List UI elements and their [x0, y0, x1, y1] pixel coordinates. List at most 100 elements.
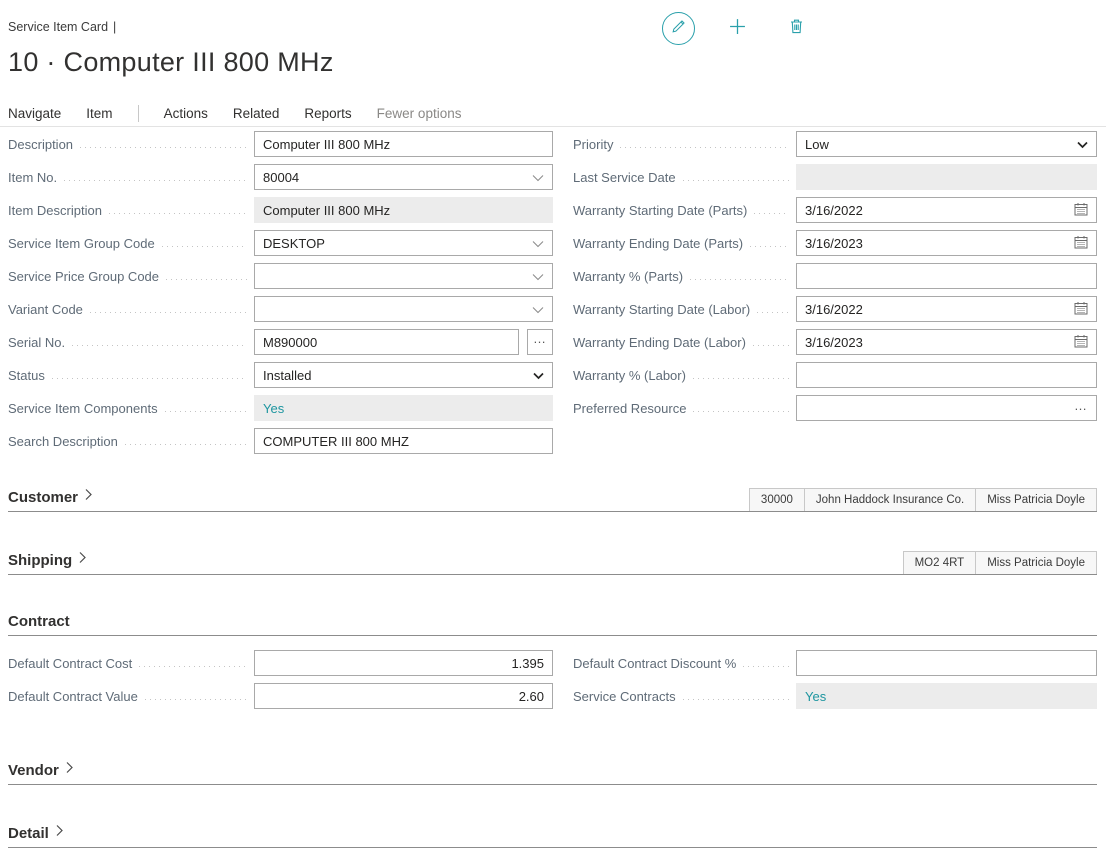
delete-button[interactable] — [780, 12, 813, 45]
field-warranty-ending-date-labor: Warranty Ending Date (Labor) 3/16/2023 — [573, 329, 1106, 355]
dotted-leader — [683, 180, 789, 181]
menu-divider — [138, 105, 139, 122]
dotted-leader — [166, 279, 247, 280]
breadcrumb: Service Item Card | — [8, 20, 116, 34]
edit-button[interactable] — [662, 12, 695, 45]
last-service-date-readonly — [796, 164, 1097, 190]
dotted-leader — [90, 312, 247, 313]
chevron-down-icon[interactable] — [532, 302, 544, 317]
default-contract-discount-input[interactable] — [796, 650, 1097, 676]
chevron-down-icon[interactable] — [532, 170, 544, 185]
field-item-description: Item Description Computer III 800 MHz — [8, 197, 553, 223]
item-description-readonly: Computer III 800 MHz — [254, 197, 553, 223]
menu-item[interactable]: Item — [86, 106, 112, 121]
ellipsis-icon[interactable]: … — [1074, 398, 1088, 413]
general-fasttab: Description Computer III 800 MHz Item No… — [0, 131, 1106, 461]
field-default-contract-discount: Default Contract Discount % — [573, 650, 1106, 676]
field-label: Status — [8, 368, 45, 383]
service-price-group-code-lookup[interactable] — [254, 263, 553, 289]
field-preferred-resource: Preferred Resource … — [573, 395, 1106, 421]
dotted-leader — [753, 345, 789, 346]
section-title: Detail — [8, 825, 49, 842]
chevron-down-icon[interactable] — [533, 368, 544, 383]
dotted-leader — [693, 411, 789, 412]
chevron-down-icon[interactable] — [1077, 137, 1088, 152]
field-label: Warranty % (Parts) — [573, 269, 683, 284]
calendar-icon[interactable] — [1074, 235, 1088, 252]
menu-related[interactable]: Related — [233, 106, 280, 121]
breadcrumb-link[interactable]: Service Item Card — [8, 20, 108, 34]
contract-section-toggle[interactable]: Contract — [8, 613, 70, 635]
customer-no-badge[interactable]: 30000 — [749, 488, 805, 511]
field-label: Warranty Starting Date (Labor) — [573, 302, 750, 317]
shipping-section-toggle[interactable]: Shipping — [8, 551, 87, 574]
customer-summary-badges: 30000 John Haddock Insurance Co. Miss Pa… — [750, 488, 1097, 511]
service-item-components-link[interactable]: Yes — [263, 401, 544, 416]
field-label: Description — [8, 137, 73, 152]
warranty-pct-labor-input[interactable] — [796, 362, 1097, 388]
menu-actions[interactable]: Actions — [164, 106, 208, 121]
contract-fields: Default Contract Cost 1.395 Default Cont… — [0, 650, 1106, 716]
service-item-group-code-lookup[interactable]: DESKTOP — [254, 230, 553, 256]
dotted-leader — [693, 378, 789, 379]
service-contracts-link[interactable]: Yes — [805, 689, 1088, 704]
vendor-section-toggle[interactable]: Vendor — [8, 761, 74, 784]
menu-navigate[interactable]: Navigate — [8, 106, 61, 121]
dotted-leader — [743, 666, 789, 667]
chevron-right-icon — [84, 488, 93, 506]
customer-contact-badge[interactable]: Miss Patricia Doyle — [975, 488, 1097, 511]
dotted-leader — [52, 378, 247, 379]
field-last-service-date: Last Service Date — [573, 164, 1106, 190]
shipping-postcode-badge[interactable]: MO2 4RT — [903, 551, 977, 574]
field-priority: Priority Low — [573, 131, 1106, 157]
dotted-leader — [72, 345, 247, 346]
priority-select[interactable]: Low — [796, 131, 1097, 157]
chevron-right-icon — [55, 824, 64, 842]
default-contract-value-input[interactable]: 2.60 — [254, 683, 553, 709]
description-input[interactable]: Computer III 800 MHz — [254, 131, 553, 157]
item-no-lookup[interactable]: 80004 — [254, 164, 553, 190]
field-description: Description Computer III 800 MHz — [8, 131, 553, 157]
field-warranty-pct-parts: Warranty % (Parts) — [573, 263, 1106, 289]
dotted-leader — [757, 312, 789, 313]
serial-no-input[interactable]: M890000 — [254, 329, 519, 355]
calendar-icon[interactable] — [1074, 202, 1088, 219]
page-title: 10 · Computer III 800 MHz — [8, 47, 334, 78]
field-service-price-group-code: Service Price Group Code — [8, 263, 553, 289]
field-service-contracts: Service Contracts Yes — [573, 683, 1106, 709]
breadcrumb-separator: | — [113, 20, 116, 34]
warranty-pct-parts-input[interactable] — [796, 263, 1097, 289]
chevron-down-icon[interactable] — [532, 236, 544, 251]
search-description-input[interactable]: COMPUTER III 800 MHZ — [254, 428, 553, 454]
menu-reports[interactable]: Reports — [304, 106, 351, 121]
fasttab-sections: Customer 30000 John Haddock Insurance Co… — [0, 454, 1106, 848]
customer-section-toggle[interactable]: Customer — [8, 488, 93, 511]
status-select[interactable]: Installed — [254, 362, 553, 388]
serial-no-assist-button[interactable]: … — [527, 329, 553, 355]
warranty-ending-date-parts-input[interactable]: 3/16/2023 — [796, 230, 1097, 256]
new-button[interactable] — [721, 12, 754, 45]
trash-icon — [789, 18, 804, 39]
customer-name-badge[interactable]: John Haddock Insurance Co. — [804, 488, 976, 511]
plus-icon — [729, 18, 746, 40]
field-label: Service Price Group Code — [8, 269, 159, 284]
warranty-ending-date-labor-input[interactable]: 3/16/2023 — [796, 329, 1097, 355]
field-label: Warranty Starting Date (Parts) — [573, 203, 747, 218]
calendar-icon[interactable] — [1074, 301, 1088, 318]
general-right-column: Priority Low Last Service Date Warranty … — [553, 131, 1106, 461]
calendar-icon[interactable] — [1074, 334, 1088, 351]
field-label: Service Item Group Code — [8, 236, 155, 251]
shipping-contact-badge[interactable]: Miss Patricia Doyle — [975, 551, 1097, 574]
default-contract-cost-input[interactable]: 1.395 — [254, 650, 553, 676]
dotted-leader — [162, 246, 247, 247]
variant-code-lookup[interactable] — [254, 296, 553, 322]
detail-section: Detail — [0, 824, 1106, 848]
detail-section-toggle[interactable]: Detail — [8, 824, 64, 847]
warranty-starting-date-parts-input[interactable]: 3/16/2022 — [796, 197, 1097, 223]
field-label: Preferred Resource — [573, 401, 686, 416]
field-label: Default Contract Cost — [8, 656, 132, 671]
preferred-resource-input[interactable]: … — [796, 395, 1097, 421]
warranty-starting-date-labor-input[interactable]: 3/16/2022 — [796, 296, 1097, 322]
menu-fewer-options[interactable]: Fewer options — [377, 106, 462, 121]
chevron-down-icon[interactable] — [532, 269, 544, 284]
